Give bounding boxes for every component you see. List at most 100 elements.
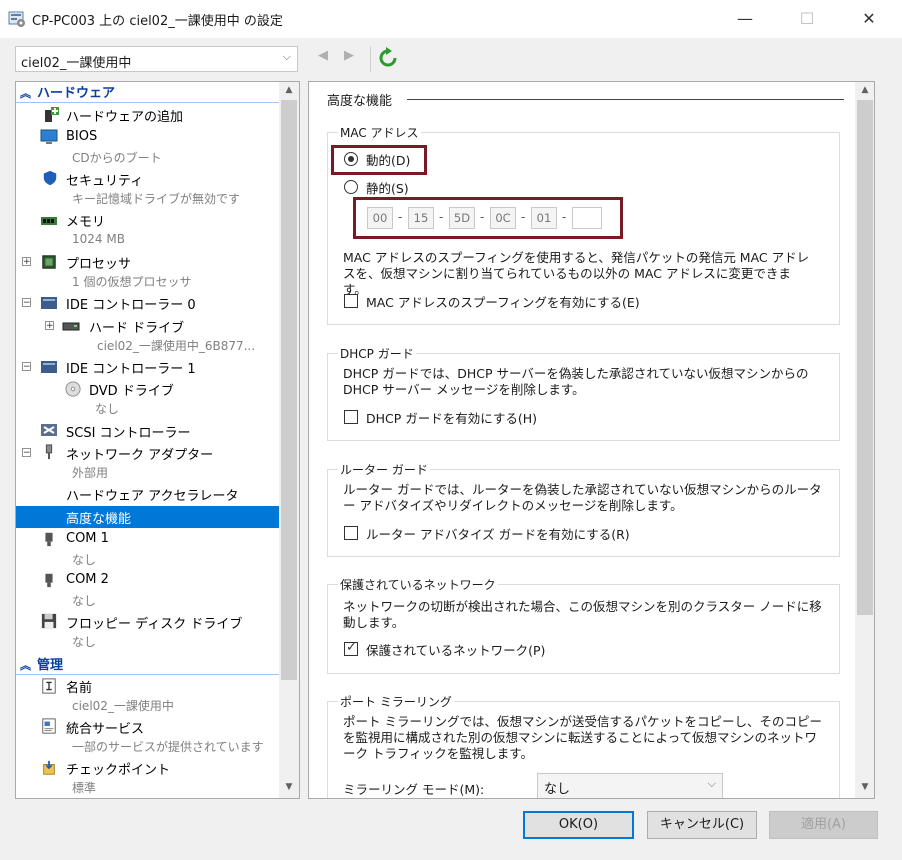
expand-hard-drive-toggle[interactable]: + (45, 321, 54, 331)
dhcp-guard-label[interactable]: DHCP ガードを有効にする(H) (366, 408, 537, 427)
maximize-button[interactable]: ☐ (784, 0, 830, 38)
mac-spoofing-checkbox[interactable] (344, 294, 358, 308)
dhcp-guard-checkbox[interactable] (344, 410, 358, 424)
scroll-down-icon[interactable]: ▼ (279, 782, 299, 792)
close-button[interactable]: ✕ (846, 0, 892, 38)
back-button[interactable]: ◀ (318, 48, 328, 63)
mac-separator: - (439, 210, 444, 224)
panel-scrollbar-thumb[interactable] (857, 100, 873, 615)
protected-network-label[interactable]: 保護されているネットワーク(P) (366, 640, 545, 659)
tree-item-checkpoints[interactable]: チェックポイント (66, 759, 170, 778)
tree-item-add-hardware[interactable]: ハードウェアの追加 (66, 106, 183, 125)
tree-sub-com2: なし (72, 594, 97, 608)
router-guard-description: ルーター ガードでは、ルーターを偽装した承認されていない仮想マシンからのルーター… (343, 482, 822, 513)
static-radio-label[interactable]: 静的(S) (366, 178, 409, 197)
tree-sub-network-adapter: 外部用 (72, 466, 109, 480)
dynamic-radio[interactable] (344, 152, 358, 166)
tree-sub-bios: CDからのブート (72, 151, 162, 165)
refresh-icon[interactable] (378, 47, 398, 69)
static-radio[interactable] (344, 180, 358, 194)
mac-spoofing-label[interactable]: MAC アドレスのスプーフィングを有効にする(E) (366, 292, 640, 311)
mac-segment-5[interactable]: 01 (531, 207, 557, 229)
mac-segment-4[interactable]: 0C (490, 207, 516, 229)
scroll-up-icon[interactable]: ▲ (855, 85, 874, 95)
tree-item-integration-services[interactable]: 統合サービス (66, 718, 144, 737)
tree-item-com1[interactable]: COM 1 (66, 531, 109, 546)
tree-item-ide-controller-1[interactable]: IDE コントローラー 1 (66, 358, 196, 377)
vm-selector-dropdown[interactable]: ciel02_一課使用中 ⌵ (15, 46, 298, 72)
hardware-header-label: ハードウェア (37, 86, 116, 101)
mac-segment-2[interactable]: 15 (408, 207, 434, 229)
mac-segment-1[interactable]: 00 (367, 207, 393, 229)
tree-item-memory[interactable]: メモリ (66, 211, 105, 230)
tree-sub-com1: なし (72, 553, 97, 567)
tree-item-name[interactable]: 名前 (66, 677, 92, 696)
tree-item-processor[interactable]: プロセッサ (66, 253, 131, 272)
tree-item-hard-drive[interactable]: ハード ドライブ (89, 317, 184, 336)
minimize-button[interactable]: — (722, 0, 768, 38)
port-mirroring-description: ポート ミラーリングでは、仮想マシンが送受信するパケットをコピーし、そのコピーを… (343, 714, 822, 761)
dhcp-guard-description: DHCP ガードでは、DHCP サーバーを偽装した承認されていない仮想マシンから… (343, 366, 809, 397)
tree-sub-processor: 1 個の仮想プロセッサ (72, 275, 192, 289)
ok-button[interactable]: OK(O) (523, 811, 634, 839)
tree-item-com2[interactable]: COM 2 (66, 572, 109, 587)
tree-item-dvd-drive[interactable]: DVD ドライブ (89, 380, 174, 399)
hardware-section-header[interactable]: ︽ ハードウェア (16, 82, 279, 103)
scroll-down-icon[interactable]: ▼ (855, 782, 874, 792)
scsi-controller-icon (41, 424, 57, 436)
tree-sub-dvd-drive: なし (95, 402, 120, 416)
panel-scrollbar[interactable]: ▲ ▼ (855, 82, 874, 798)
tree-item-ide-controller-0[interactable]: IDE コントローラー 0 (66, 294, 196, 313)
apply-button[interactable]: 適用(A) (769, 811, 878, 839)
management-header-label: 管理 (37, 658, 64, 673)
chevron-down-icon: ⌵ (707, 777, 716, 790)
mac-spoofing-description: MAC アドレスのスプーフィングを使用すると、発信パケットの発信元 MAC アド… (343, 250, 810, 297)
tree-item-network-adapter[interactable]: ネットワーク アダプター (66, 444, 213, 463)
ide-controller-icon (41, 297, 57, 309)
vm-selector-value: ciel02_一課使用中 (21, 56, 132, 71)
mirroring-mode-label: ミラーリング モード(M): (343, 782, 485, 797)
router-guard-label[interactable]: ルーター アドバタイズ ガードを有効にする(R) (366, 524, 630, 543)
tree-item-bios[interactable]: BIOS (66, 129, 97, 144)
tree-sub-memory: 1024 MB (72, 232, 125, 246)
cancel-button[interactable]: キャンセル(C) (647, 811, 757, 839)
mac-separator: - (480, 210, 485, 224)
mac-separator: - (562, 210, 567, 224)
mac-address-input: 00 - 15 - 5D - 0C - 01 - (367, 207, 617, 229)
tree-sub-security: キー記憶域ドライブが無効です (72, 192, 241, 206)
tree-sub-floppy-drive: なし (72, 635, 97, 649)
selected-row-highlight (16, 506, 279, 528)
expand-processor-toggle[interactable]: + (22, 257, 31, 267)
tree-item-scsi-controller[interactable]: SCSI コントローラー (66, 422, 191, 441)
tree-item-hardware-acceleration[interactable]: ハードウェア アクセラレータ (66, 485, 238, 504)
tree-item-advanced-features[interactable]: 高度な機能 (66, 508, 131, 527)
settings-panel: 高度な機能 MAC アドレス 動的(D) 静的(S) 00 - 15 - 5D … (308, 81, 875, 799)
router-guard-checkbox[interactable] (344, 526, 358, 540)
collapse-ide1-toggle[interactable]: − (22, 362, 31, 372)
protected-network-checkbox[interactable] (344, 640, 358, 656)
mac-segment-6[interactable] (572, 207, 602, 229)
bios-monitor-icon (40, 129, 58, 144)
settings-tree[interactable]: ︽ ハードウェア ハードウェアの追加 BIOS CDからのブート セキュリティ キ… (15, 81, 300, 799)
dhcp-guard-group-title: DHCP ガード (338, 345, 416, 362)
tree-item-security[interactable]: セキュリティ (66, 170, 143, 189)
tree-scrollbar-thumb[interactable] (281, 100, 297, 680)
mirroring-mode-dropdown[interactable]: なし ⌵ (537, 773, 723, 798)
collapse-network-adapter-toggle[interactable]: − (22, 448, 31, 458)
integration-services-icon (42, 718, 56, 734)
toolbar-divider (370, 46, 371, 72)
forward-button[interactable]: ▶ (344, 48, 354, 63)
com-port-icon (45, 573, 53, 588)
tree-scrollbar[interactable]: ▲ ▼ (279, 82, 299, 798)
scroll-up-icon[interactable]: ▲ (279, 85, 299, 95)
ide-controller-icon (41, 361, 57, 373)
collapse-ide0-toggle[interactable]: − (22, 298, 31, 308)
dynamic-radio-label[interactable]: 動的(D) (366, 150, 410, 169)
floppy-disk-icon (41, 613, 57, 629)
network-adapter-icon (45, 444, 53, 460)
add-hardware-icon (45, 107, 59, 122)
tree-item-floppy-drive[interactable]: フロッピー ディスク ドライブ (66, 613, 242, 632)
management-section-header[interactable]: ︽ 管理 (16, 654, 279, 675)
mac-segment-3[interactable]: 5D (449, 207, 475, 229)
collapse-chevron-icon: ︽ (20, 87, 31, 100)
